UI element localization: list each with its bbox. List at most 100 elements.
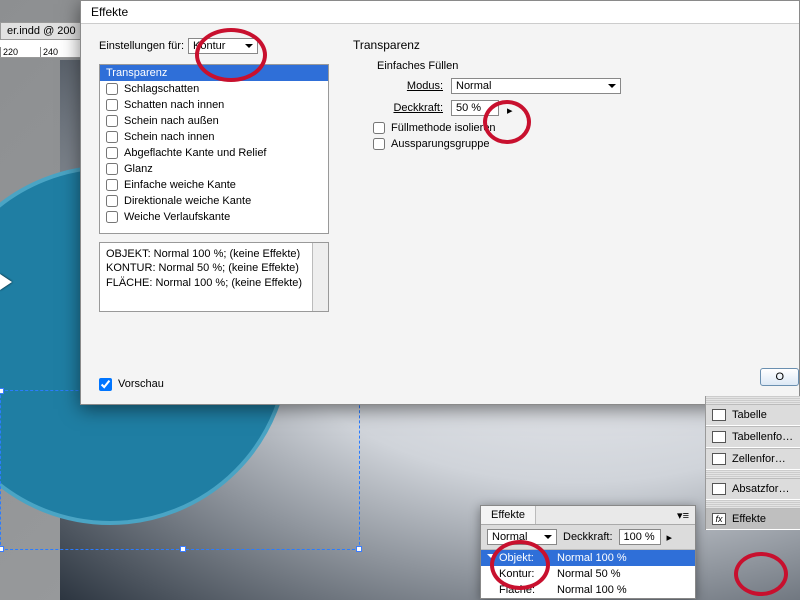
- table-icon: [712, 409, 726, 421]
- dialog-title: Effekte: [81, 1, 799, 24]
- panel-label: Tabellenfo…: [732, 431, 793, 443]
- panel-row-flaeche[interactable]: Fläche:Normal 100 %: [481, 582, 695, 598]
- panel-tab-effekte[interactable]: Effekte: [481, 506, 536, 524]
- row-label: Objekt:: [499, 552, 557, 564]
- effect-checkbox[interactable]: [106, 163, 118, 175]
- mode-label: Modus:: [373, 80, 443, 92]
- list-item-label: Schein nach außen: [124, 115, 219, 127]
- summary-scrollbar[interactable]: [312, 243, 328, 311]
- list-item-label: Direktionale weiche Kante: [124, 195, 251, 207]
- effects-list-item[interactable]: Abgeflachte Kante und Relief: [100, 145, 328, 161]
- knockout-group-checkbox[interactable]: [373, 138, 385, 150]
- section-title: Transparenz: [353, 38, 781, 52]
- panel-item-tabellenformate[interactable]: Tabellenfo…: [706, 426, 800, 448]
- list-item-label: Schatten nach innen: [124, 99, 224, 111]
- effects-panel[interactable]: Effekte ▾≡ Normal Deckkraft: ▸ Objekt:No…: [480, 505, 696, 599]
- summary-line: OBJEKT: Normal 100 %; (keine Effekte): [106, 247, 322, 261]
- cell-format-icon: [712, 453, 726, 465]
- panel-menu-icon[interactable]: ▾≡: [671, 509, 695, 522]
- panel-label: Absatzfor…: [732, 483, 789, 495]
- effects-dialog: Effekte Einstellungen für: Kontur Transp…: [80, 0, 800, 405]
- effects-list-item[interactable]: Direktionale weiche Kante: [100, 193, 328, 209]
- blend-mode-combo[interactable]: Normal: [451, 78, 621, 94]
- resize-handle[interactable]: [0, 388, 4, 394]
- opacity-flyout-icon[interactable]: ▸: [667, 531, 673, 544]
- opacity-input[interactable]: [451, 100, 499, 116]
- effect-checkbox[interactable]: [106, 179, 118, 191]
- panel-item-absatzformate[interactable]: Absatzfor…: [706, 478, 800, 500]
- effects-list-item[interactable]: Einfache weiche Kante: [100, 177, 328, 193]
- right-panel-dock[interactable]: Tabelle Tabellenfo… Zellenfor… Absatzfor…: [705, 396, 800, 530]
- list-item-label: Schein nach innen: [124, 131, 215, 143]
- panel-row-objekt[interactable]: Objekt:Normal 100 %: [481, 550, 695, 566]
- checkbox-label: Aussparungsgruppe: [391, 138, 489, 150]
- effect-checkbox[interactable]: [106, 131, 118, 143]
- list-item-label: Weiche Verlaufskante: [124, 211, 230, 223]
- list-item-label: Einfache weiche Kante: [124, 179, 236, 191]
- effects-list-item[interactable]: Glanz: [100, 161, 328, 177]
- effect-checkbox[interactable]: [106, 115, 118, 127]
- summary-line: KONTUR: Normal 50 %; (keine Effekte): [106, 261, 322, 275]
- list-item-label: Abgeflachte Kante und Relief: [124, 147, 267, 159]
- cursor-icon: [0, 274, 12, 290]
- preview-label: Vorschau: [118, 378, 164, 390]
- preview-checkbox[interactable]: [99, 378, 112, 391]
- resize-handle[interactable]: [356, 546, 362, 552]
- list-item-label: Transparenz: [106, 67, 167, 79]
- panel-separator: [706, 396, 800, 404]
- effect-checkbox[interactable]: [106, 147, 118, 159]
- row-value: Normal 100 %: [557, 552, 627, 564]
- simple-fill-group: Einfaches Füllen Modus: Normal Deckkraft…: [353, 60, 781, 154]
- effect-checkbox[interactable]: [106, 99, 118, 111]
- settings-for-label: Einstellungen für:: [99, 40, 184, 52]
- effects-list-item[interactable]: Schlagschatten: [100, 81, 328, 97]
- effects-list-item[interactable]: Schatten nach innen: [100, 97, 328, 113]
- effects-list-item[interactable]: Schein nach innen: [100, 129, 328, 145]
- ok-button[interactable]: O: [760, 368, 799, 386]
- panel-item-effekte[interactable]: fx Effekte: [706, 508, 800, 530]
- panel-header[interactable]: Effekte ▾≡: [481, 506, 695, 525]
- opacity-label: Deckkraft:: [373, 102, 443, 114]
- expand-icon[interactable]: [487, 554, 495, 562]
- ruler-mark: 220: [0, 47, 40, 57]
- panel-label: Zellenfor…: [732, 453, 786, 465]
- effect-checkbox[interactable]: [106, 195, 118, 207]
- resize-handle[interactable]: [180, 546, 186, 552]
- table-format-icon: [712, 431, 726, 443]
- row-label: Kontur:: [499, 568, 557, 580]
- panel-label: Effekte: [732, 513, 766, 525]
- panel-item-zellenformate[interactable]: Zellenfor…: [706, 448, 800, 470]
- panel-target-list[interactable]: Objekt:Normal 100 % Kontur:Normal 50 % F…: [481, 550, 695, 598]
- effects-list-item-transparenz[interactable]: Transparenz: [100, 65, 328, 81]
- fx-icon: fx: [712, 513, 726, 525]
- checkbox-label: Füllmethode isolieren: [391, 122, 496, 134]
- ruler-mark: 240: [40, 47, 80, 57]
- panel-separator: [706, 470, 800, 478]
- document-tab[interactable]: er.indd @ 200: [0, 22, 83, 40]
- panel-row-kontur[interactable]: Kontur:Normal 50 %: [481, 566, 695, 582]
- effect-checkbox[interactable]: [106, 83, 118, 95]
- effect-checkbox[interactable]: [106, 211, 118, 223]
- row-value: Normal 100 %: [557, 584, 627, 596]
- opacity-flyout-icon[interactable]: ▸: [507, 104, 517, 112]
- settings-for-combo[interactable]: Kontur: [188, 38, 258, 54]
- effects-summary: OBJEKT: Normal 100 %; (keine Effekte) KO…: [99, 242, 329, 312]
- list-item-label: Glanz: [124, 163, 153, 175]
- effects-list-item[interactable]: Schein nach außen: [100, 113, 328, 129]
- panel-blend-mode-combo[interactable]: Normal: [487, 529, 557, 545]
- resize-handle[interactable]: [0, 546, 4, 552]
- para-format-icon: [712, 483, 726, 495]
- panel-label: Tabelle: [732, 409, 767, 421]
- summary-line: FLÄCHE: Normal 100 %; (keine Effekte): [106, 276, 322, 290]
- effects-list-item[interactable]: Weiche Verlaufskante: [100, 209, 328, 225]
- panel-opacity-label: Deckkraft:: [563, 531, 613, 543]
- isolate-blending-checkbox[interactable]: [373, 122, 385, 134]
- effects-list[interactable]: Transparenz Schlagschatten Schatten nach…: [99, 64, 329, 234]
- row-value: Normal 50 %: [557, 568, 621, 580]
- row-label: Fläche:: [499, 584, 557, 596]
- panel-separator: [706, 500, 800, 508]
- panel-item-tabelle[interactable]: Tabelle: [706, 404, 800, 426]
- list-item-label: Schlagschatten: [124, 83, 199, 95]
- selection-frame[interactable]: [0, 390, 360, 550]
- panel-opacity-input[interactable]: [619, 529, 661, 545]
